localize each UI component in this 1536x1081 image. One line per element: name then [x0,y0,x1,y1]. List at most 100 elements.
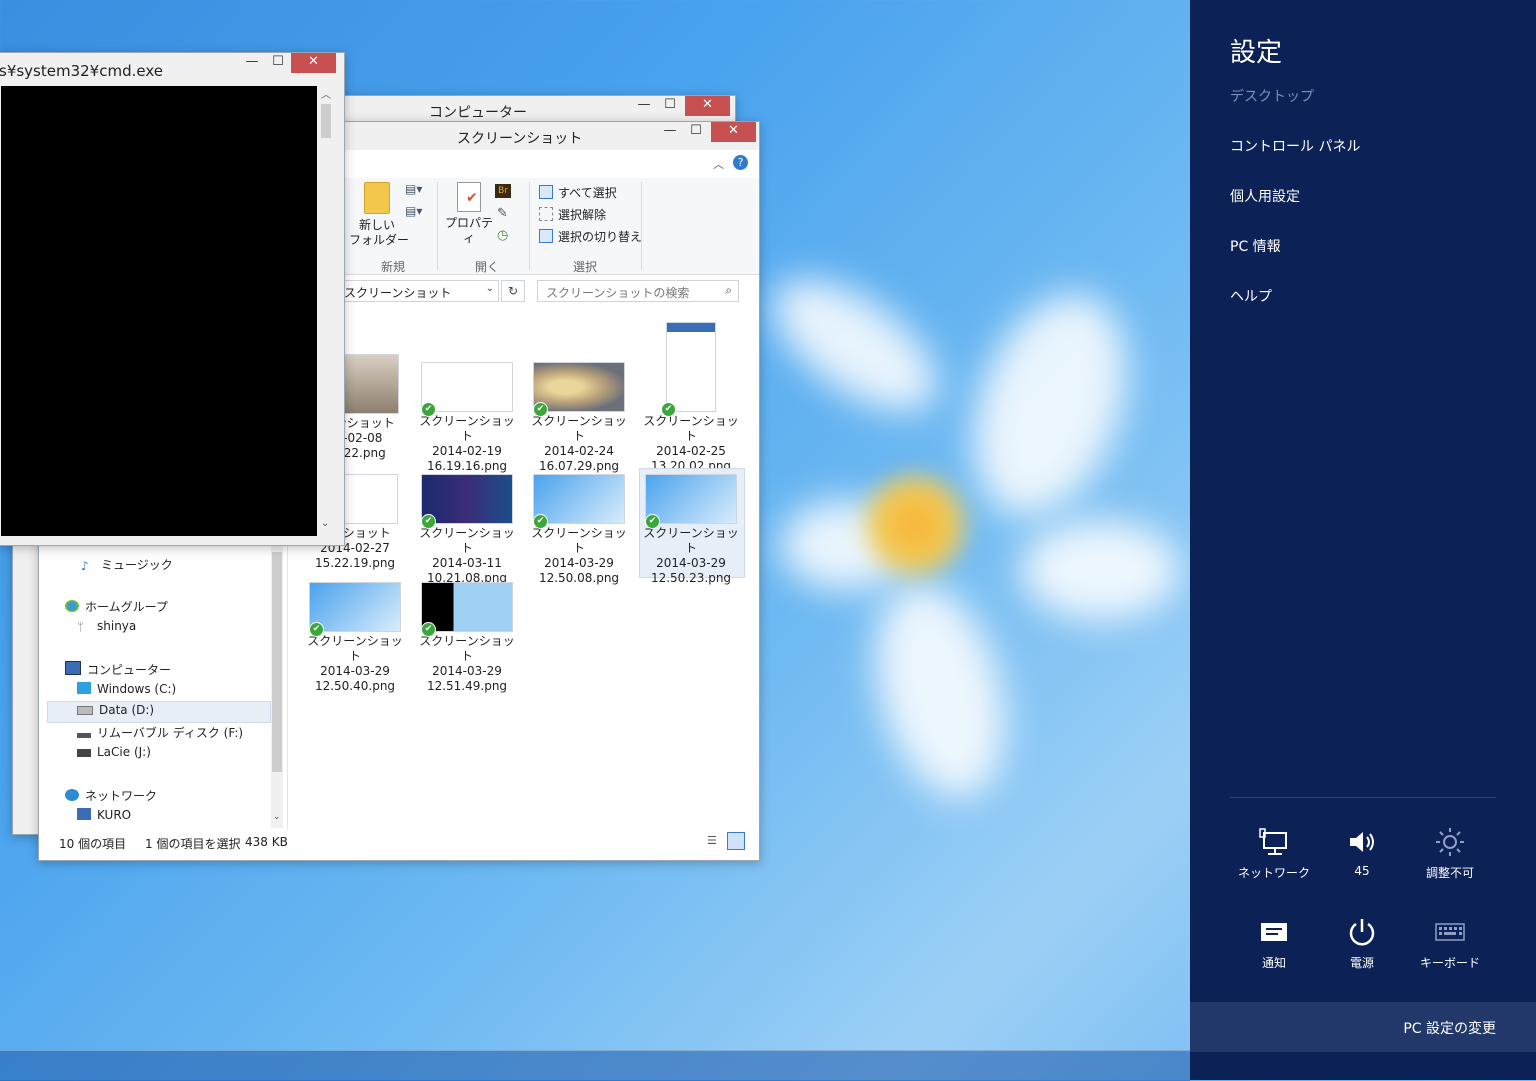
properties-button[interactable]: ✔ プロパティ [441,182,497,246]
chevron-down-icon[interactable]: ⌄ [486,283,494,294]
history-icon[interactable]: ◷ [497,228,508,243]
select-none-icon [539,207,553,221]
network-label: ネットワーク [1237,866,1310,880]
nav-drive-c[interactable]: Windows (C:) [77,682,176,696]
bridge-icon[interactable]: Br [495,184,511,198]
cmd-window-title: s¥system32¥cmd.exe [0,62,163,80]
file-item[interactable]: ✔ スクリーンショット 2014-02-19 16.19.16.png [415,362,519,474]
scroll-up-icon[interactable]: ︿ [321,86,331,101]
file-item[interactable]: ✔ スクリーンショット 2014-02-24 16.07.29.png [527,362,631,474]
brightness-label: 調整不可 [1425,866,1474,880]
computer-window-title: コンピューター [429,105,527,121]
charm-subtitle: デスクトップ [1230,89,1314,105]
keyboard-button[interactable]: キーボード [1410,914,1490,971]
properties-label: プロパティ [444,216,493,245]
speaker-icon [1322,824,1402,860]
volume-label: 45 [1354,864,1370,878]
charm-link-control-panel[interactable]: コントロール パネル [1230,136,1360,156]
network-button[interactable]: ネットワーク [1234,824,1314,881]
nav-homegroup[interactable]: ホームグループ [65,598,168,615]
minimize-button[interactable]: — [239,53,265,73]
select-none-button[interactable]: 選択解除 [539,206,606,223]
search-box[interactable]: スクリーンショットの検索 ⌕ [537,280,739,302]
nav-drive-d[interactable]: Data (D:) [77,703,154,717]
nav-drive-f[interactable]: リムーバブル ディスク (F:) [77,724,243,741]
chevron-up-icon[interactable]: ︿ [713,156,724,172]
change-pc-settings-label: PC 設定の変更 [1403,1021,1496,1037]
network-computer-icon [77,808,91,820]
close-button[interactable]: ✕ [291,53,336,73]
settings-charm: 設定 デスクトップ コントロール パネル 個人用設定 PC 情報 ヘルプ ネット… [1190,0,1536,1080]
notifications-button[interactable]: 通知 [1234,914,1314,971]
brightness-icon [1410,824,1490,860]
close-button[interactable]: ✕ [711,122,756,142]
keyboard-icon [1410,914,1490,950]
scrollbar-thumb[interactable] [272,552,282,772]
search-icon[interactable]: ⌕ [725,283,732,298]
new-folder-button[interactable]: 新しい フォルダー [349,182,409,248]
cmd-window[interactable]: s¥system32¥cmd.exe — ☐ ✕ ︿ ⌄ [0,52,345,546]
change-pc-settings-button[interactable]: PC 設定の変更 [1190,1002,1536,1052]
minimize-button[interactable]: — [657,122,683,142]
copy-path-icon[interactable]: ▤▾ [405,182,422,197]
sync-check-icon: ✔ [533,402,548,417]
charm-link-help[interactable]: ヘルプ [1230,286,1272,306]
group-open-label: 開く [475,260,500,274]
file-item[interactable]: ✔ スクリーンショット 2014-03-11 10.21.08.png [415,474,519,586]
power-label: 電源 [1349,956,1374,970]
cmd-titlebar[interactable]: s¥system32¥cmd.exe — ☐ ✕ [0,53,344,85]
power-button[interactable]: 電源 [1322,914,1402,971]
refresh-icon: ↻ [507,284,519,298]
network-icon [65,789,79,801]
nav-drive-j[interactable]: LaCie (J:) [77,745,151,759]
taskbar[interactable] [0,1050,1190,1081]
volume-button[interactable]: 45 [1322,824,1402,878]
properties-icon: ✔ [457,182,481,212]
group-select-label: 選択 [573,260,598,274]
homegroup-icon [65,600,79,612]
user-icon: ᛘ [77,620,85,634]
file-item[interactable]: ✔ スクリーンショット 2014-03-29 12.50.40.png [303,582,407,694]
divider [1230,797,1496,798]
image-thumbnail [666,322,716,412]
help-icon[interactable]: ? [733,155,748,170]
nav-network[interactable]: ネットワーク [65,787,157,804]
edit-icon[interactable]: ✎ [497,206,508,221]
maximize-button[interactable]: ☐ [265,53,291,73]
easy-access-icon[interactable]: ▤▾ [405,204,422,219]
brightness-button[interactable]: 調整不可 [1410,824,1490,881]
group-new-label: 新規 [381,260,406,274]
invert-selection-button[interactable]: 選択の切り替え [539,228,642,245]
file-item[interactable]: ✔ スクリーンショット 2014-03-29 12.50.08.png [527,474,631,586]
file-item[interactable]: ✔ スクリーンショット 2014-03-29 12.51.49.png [415,582,519,694]
address-bar[interactable]: スクリーンショット ⌄ [339,280,499,302]
sync-check-icon: ✔ [309,622,324,637]
folder-icon [364,182,390,214]
charm-link-pc-info[interactable]: PC 情報 [1230,236,1281,256]
file-view[interactable]: ーンショット 4-02-08 7.22.png ✔ スクリーンショット 2014… [289,312,755,832]
removable-drive-icon [77,733,91,738]
console-scrollbar[interactable]: ︿ ⌄ [319,86,333,536]
address-text: スクリーンショット [344,286,452,300]
network-icon [1234,824,1314,860]
maximize-button[interactable]: ☐ [683,122,709,142]
maximize-button[interactable]: ☐ [657,96,683,116]
nav-computer[interactable]: コンピューター [65,661,171,678]
scroll-down-icon[interactable]: ⌄ [273,812,281,822]
large-icons-view-icon[interactable] [727,832,745,850]
minimize-button[interactable]: — [631,96,657,116]
refresh-button[interactable]: ↻ [501,280,525,302]
scroll-down-icon[interactable]: ⌄ [321,518,329,529]
nav-music[interactable]: ♪ ミュージック [81,556,173,573]
select-all-button[interactable]: すべて選択 [539,184,617,201]
nav-user[interactable]: ᛘ shinya [77,619,136,634]
details-view-icon[interactable]: ☰ [707,834,717,847]
charm-link-personalization[interactable]: 個人用設定 [1230,186,1300,206]
scrollbar-thumb[interactable] [321,104,331,138]
close-button[interactable]: ✕ [685,96,730,116]
file-item[interactable]: ✔ スクリーンショット 2014-02-25 13.20.02.png [639,322,743,474]
console-area[interactable] [1,86,317,536]
file-item-selected[interactable]: ✔ スクリーンショット 2014-03-29 12.50.23.png [639,474,743,586]
nav-kuro[interactable]: KURO [77,808,131,822]
sync-check-icon: ✔ [645,514,660,529]
